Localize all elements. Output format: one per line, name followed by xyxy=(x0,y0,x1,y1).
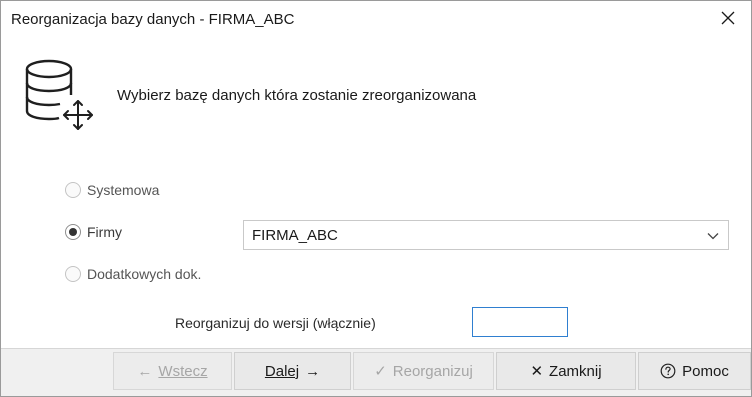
company-database-value: FIRMA_ABC xyxy=(252,227,338,244)
radio-company-circle[interactable] xyxy=(65,224,81,240)
close-icon xyxy=(721,11,735,25)
next-button-label: Dalej xyxy=(264,362,300,380)
company-database-select[interactable]: FIRMA_ABC xyxy=(243,220,729,250)
next-button[interactable]: Dalej → xyxy=(234,352,351,390)
back-button-label: Wstecz xyxy=(158,362,208,380)
instruction-text: Wybierz bazę danych która zostanie zreor… xyxy=(117,87,477,104)
database-move-icon xyxy=(25,59,93,130)
chevron-down-icon xyxy=(707,233,719,240)
help-button-label: Pomoc xyxy=(682,362,729,380)
radio-company[interactable]: Firmy xyxy=(65,222,122,242)
radio-system-circle[interactable] xyxy=(65,182,81,198)
version-input[interactable] xyxy=(472,307,568,337)
radio-additional-label: Dodatkowych dok. xyxy=(87,266,202,282)
window-close-button[interactable] xyxy=(705,1,751,35)
arrow-left-icon: ← xyxy=(137,362,153,380)
check-icon: ✓ xyxy=(374,363,387,380)
close-button-label: Zamknij xyxy=(549,362,602,380)
radio-system-label: Systemowa xyxy=(87,182,160,198)
radio-additional[interactable]: Dodatkowych dok. xyxy=(65,264,201,284)
reorganize-button-label: Reorganizuj xyxy=(392,362,473,380)
help-button[interactable]: Pomoc xyxy=(638,352,751,390)
arrow-right-icon: → xyxy=(305,362,321,380)
radio-system[interactable]: Systemowa xyxy=(65,180,159,200)
reorganization-dialog: Reorganizacja bazy danych - FIRMA_ABC Wy… xyxy=(0,0,752,397)
radio-company-label: Firmy xyxy=(87,224,122,240)
window-title: Reorganizacja bazy danych - FIRMA_ABC xyxy=(11,11,295,28)
cross-icon: ✕ xyxy=(530,363,544,380)
back-button[interactable]: ← Wstecz xyxy=(113,352,232,390)
reorganize-button[interactable]: ✓ Reorganizuj xyxy=(353,352,494,390)
radio-additional-circle[interactable] xyxy=(65,266,81,282)
title-bar: Reorganizacja bazy danych - FIRMA_ABC xyxy=(1,1,751,35)
close-button[interactable]: ✕ Zamknij xyxy=(496,352,636,390)
question-circle-icon xyxy=(660,363,676,379)
version-label: Reorganizuj do wersji (włącznie) xyxy=(175,315,376,331)
